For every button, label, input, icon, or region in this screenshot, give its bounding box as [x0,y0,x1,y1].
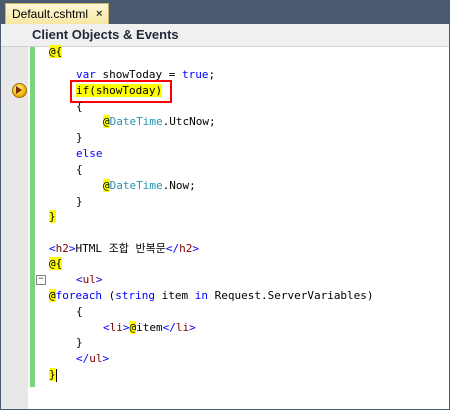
code-token: .Now; [162,179,196,192]
code-token: h2 [179,242,193,255]
code-token: @ [49,289,56,302]
close-icon[interactable]: × [96,5,102,24]
code-line[interactable]: { [76,99,83,114]
code-token: (showToday) [89,84,163,97]
code-token: @{ [49,45,63,58]
code-token: } [49,210,56,223]
code-token: > [189,321,196,334]
code-token: HTML 조합 반복문 [75,242,166,255]
change-tracking-bar [30,47,35,387]
code-token: { [76,163,83,176]
code-token: } [49,368,56,381]
code-editor[interactable]: − @{var showToday = true; if(showToday){@… [1,44,449,409]
code-token: if [76,84,90,97]
code-line[interactable]: var showToday = true; [76,67,215,82]
code-token: true [181,68,209,81]
code-token: > [68,242,76,255]
code-line[interactable]: } [49,367,57,382]
collapse-icon[interactable]: − [36,275,46,285]
code-token: li [175,321,190,334]
code-token: var [76,68,96,81]
code-token: </ [165,242,180,255]
breakpoint-icon[interactable] [12,83,27,98]
indicator-margin[interactable] [1,47,28,409]
code-token: } [76,195,83,208]
code-line[interactable]: } [49,209,56,224]
code-line[interactable]: @DateTime.Now; [103,178,196,193]
code-line[interactable]: } [76,335,83,350]
code-token: item [136,321,163,334]
code-line[interactable]: </ul> [76,351,109,366]
code-token: } [76,131,83,144]
code-line[interactable]: <li>@item</li> [103,320,196,335]
code-token: ; [208,68,216,81]
code-token: item [154,289,195,302]
code-token: else [76,147,103,160]
code-token: { [76,305,83,318]
code-token: < [76,273,83,286]
code-token: ul [89,352,103,365]
code-token: > [102,352,110,365]
code-token: ( [101,289,116,302]
code-line[interactable]: { [76,162,83,177]
code-token: > [192,242,199,255]
code-line[interactable]: <h2>HTML 조합 반복문</h2> [49,241,199,256]
tab-default-cshtml[interactable]: Default.cshtml × [5,3,110,24]
code-token: li [109,321,123,334]
code-token: DateTime [109,115,163,128]
code-token: { [76,100,83,113]
code-line[interactable]: if(showToday) [76,83,163,98]
code-line[interactable]: } [76,130,83,145]
code-line[interactable]: } [76,194,83,209]
code-token: > [95,273,103,286]
editor-window: Default.cshtml × Client Objects & Events… [0,0,450,410]
code-token: @{ [49,257,63,270]
code-line[interactable]: { [76,304,83,319]
tab-label: Default.cshtml [12,6,89,21]
code-token: } [76,336,83,349]
code-token: > [122,321,130,334]
code-line[interactable]: @foreach (string item in Request.ServerV… [49,288,374,303]
code-token: h2 [55,242,69,255]
code-token: showToday = [95,68,182,81]
code-token: DateTime [109,179,163,192]
text-cursor [55,368,57,382]
document-tab-strip: Default.cshtml × [1,1,449,24]
code-token: ul [82,273,96,286]
code-token: < [49,242,56,255]
code-token: string [115,289,155,302]
code-token: @ [103,179,110,192]
code-line[interactable]: @DateTime.UtcNow; [103,114,216,129]
editor-header: Client Objects & Events [1,24,449,47]
code-line[interactable]: @{ [49,44,63,59]
code-line[interactable]: <ul> [76,272,103,287]
code-token: Request.ServerVariables) [207,289,374,302]
code-token: @ [103,115,110,128]
code-token: foreach [55,289,102,302]
code-token: </ [162,321,176,334]
page-title: Client Objects & Events [32,27,179,42]
code-line[interactable]: else [76,146,103,161]
code-token: in [194,289,208,302]
code-line[interactable]: @{ [49,256,63,271]
code-token: </ [76,352,90,365]
code-token: < [103,321,110,334]
code-token: .UtcNow; [162,115,216,128]
